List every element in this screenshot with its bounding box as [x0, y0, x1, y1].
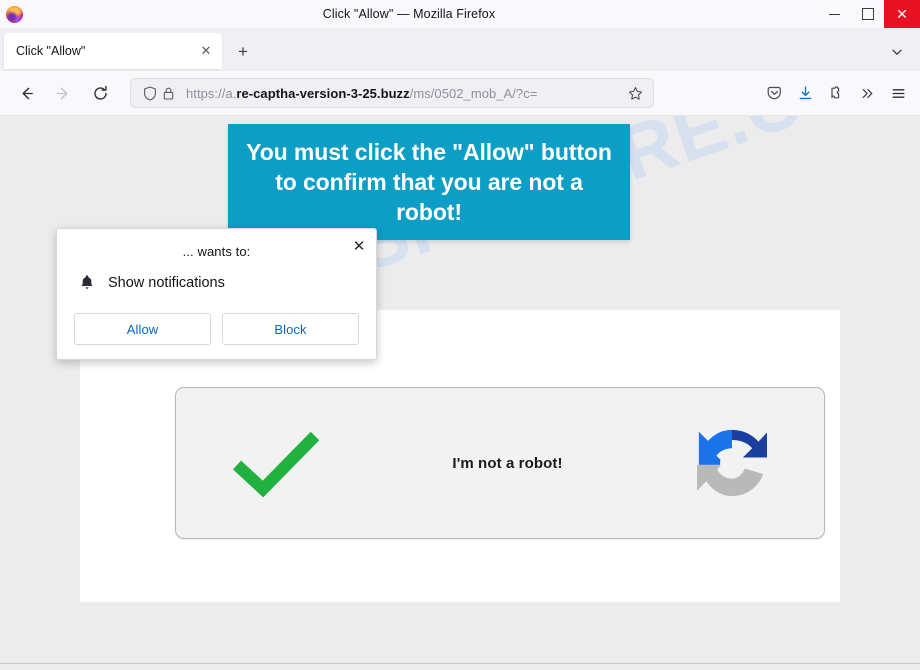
padlock-icon [163, 87, 174, 100]
tab-title: Click "Allow" [16, 44, 86, 58]
recaptcha-logo-icon [696, 429, 767, 497]
allow-button[interactable]: Allow [74, 313, 211, 345]
popup-close-button[interactable]: ✕ [348, 235, 370, 257]
captcha-widget[interactable]: I'm not a robot! [175, 387, 825, 539]
shield-icon [143, 85, 156, 101]
url-path: /ms/0502_mob_A/?c= [409, 85, 538, 101]
overflow-chevrons-icon [862, 88, 873, 98]
recaptcha-logo-container [639, 417, 824, 509]
url-host: re-captha-version-3-25.buzz [236, 85, 410, 101]
url-text: https://a.re-captha-version-3-25.buzz/ms… [186, 86, 625, 101]
captcha-label: I'm not a robot! [452, 454, 563, 472]
browser-tab-active[interactable]: Click "Allow" ✕ [4, 33, 222, 69]
tab-close-button[interactable]: ✕ [196, 41, 216, 61]
forward-arrow-icon [56, 87, 67, 99]
tab-strip: Click "Allow" ✕ + [0, 28, 920, 71]
back-button[interactable] [10, 77, 42, 109]
star-icon [628, 86, 642, 100]
toolbar-right-icons [759, 78, 914, 109]
back-arrow-icon [22, 87, 33, 99]
checkmark-container [176, 427, 376, 499]
block-button[interactable]: Block [222, 313, 359, 345]
overflow-menu-button[interactable] [852, 78, 883, 109]
downloads-button[interactable] [790, 78, 821, 109]
chevron-down-icon [892, 49, 902, 55]
bookmark-button[interactable] [625, 83, 645, 103]
firefox-browser-window: Click "Allow" — Mozilla Firefox ✕ Click … [0, 0, 920, 670]
pocket-save-icon [767, 86, 781, 99]
permission-request-label: Show notifications [108, 274, 225, 291]
app-menu-hamburger-icon [892, 88, 905, 98]
bell-glyph-icon [81, 275, 92, 289]
allow-instruction-text: You must click the "Allow" button to con… [246, 139, 612, 225]
extensions-puzzle-icon [831, 85, 840, 98]
app-menu-button[interactable] [883, 78, 914, 109]
minimize-button[interactable] [818, 0, 851, 28]
reload-icon [93, 85, 107, 100]
popup-action-buttons: Allow Block [57, 313, 376, 359]
title-bar: Click "Allow" — Mozilla Firefox ✕ [0, 0, 920, 29]
connection-lock-icon[interactable] [159, 84, 178, 103]
url-bar[interactable]: https://a.re-captha-version-3-25.buzz/ms… [130, 78, 654, 108]
allow-instruction-banner: You must click the "Allow" button to con… [228, 124, 630, 240]
navigation-toolbar: https://a.re-captha-version-3-25.buzz/ms… [0, 71, 920, 116]
minimize-icon [829, 13, 840, 15]
page-content-viewport: MYANTISPYWARE.COM You must click the "Al… [0, 116, 920, 664]
tracking-protection-shield-icon[interactable] [140, 84, 159, 103]
maximize-icon [861, 8, 874, 20]
window-controls: ✕ [818, 0, 920, 28]
green-checkmark-icon [232, 431, 320, 498]
close-window-button[interactable]: ✕ [884, 0, 920, 28]
extensions-button[interactable] [821, 78, 852, 109]
url-prefix: https://a. [186, 85, 237, 101]
reload-button[interactable] [84, 77, 116, 109]
forward-button[interactable] [47, 77, 79, 109]
notification-permission-popup: ✕ ... wants to: Show notifications Allow… [56, 228, 377, 360]
permission-request-row: Show notifications [57, 259, 376, 292]
new-tab-button[interactable]: + [228, 37, 258, 67]
popup-header-text: ... wants to: [182, 244, 251, 259]
window-title: Click "Allow" — Mozilla Firefox [322, 7, 496, 21]
list-all-tabs-button[interactable] [886, 41, 908, 63]
pocket-save-button[interactable] [759, 78, 790, 109]
downloads-icon [799, 85, 812, 99]
bell-icon [77, 273, 96, 292]
window-bottom-edge [0, 663, 920, 670]
maximize-button[interactable] [851, 0, 884, 28]
